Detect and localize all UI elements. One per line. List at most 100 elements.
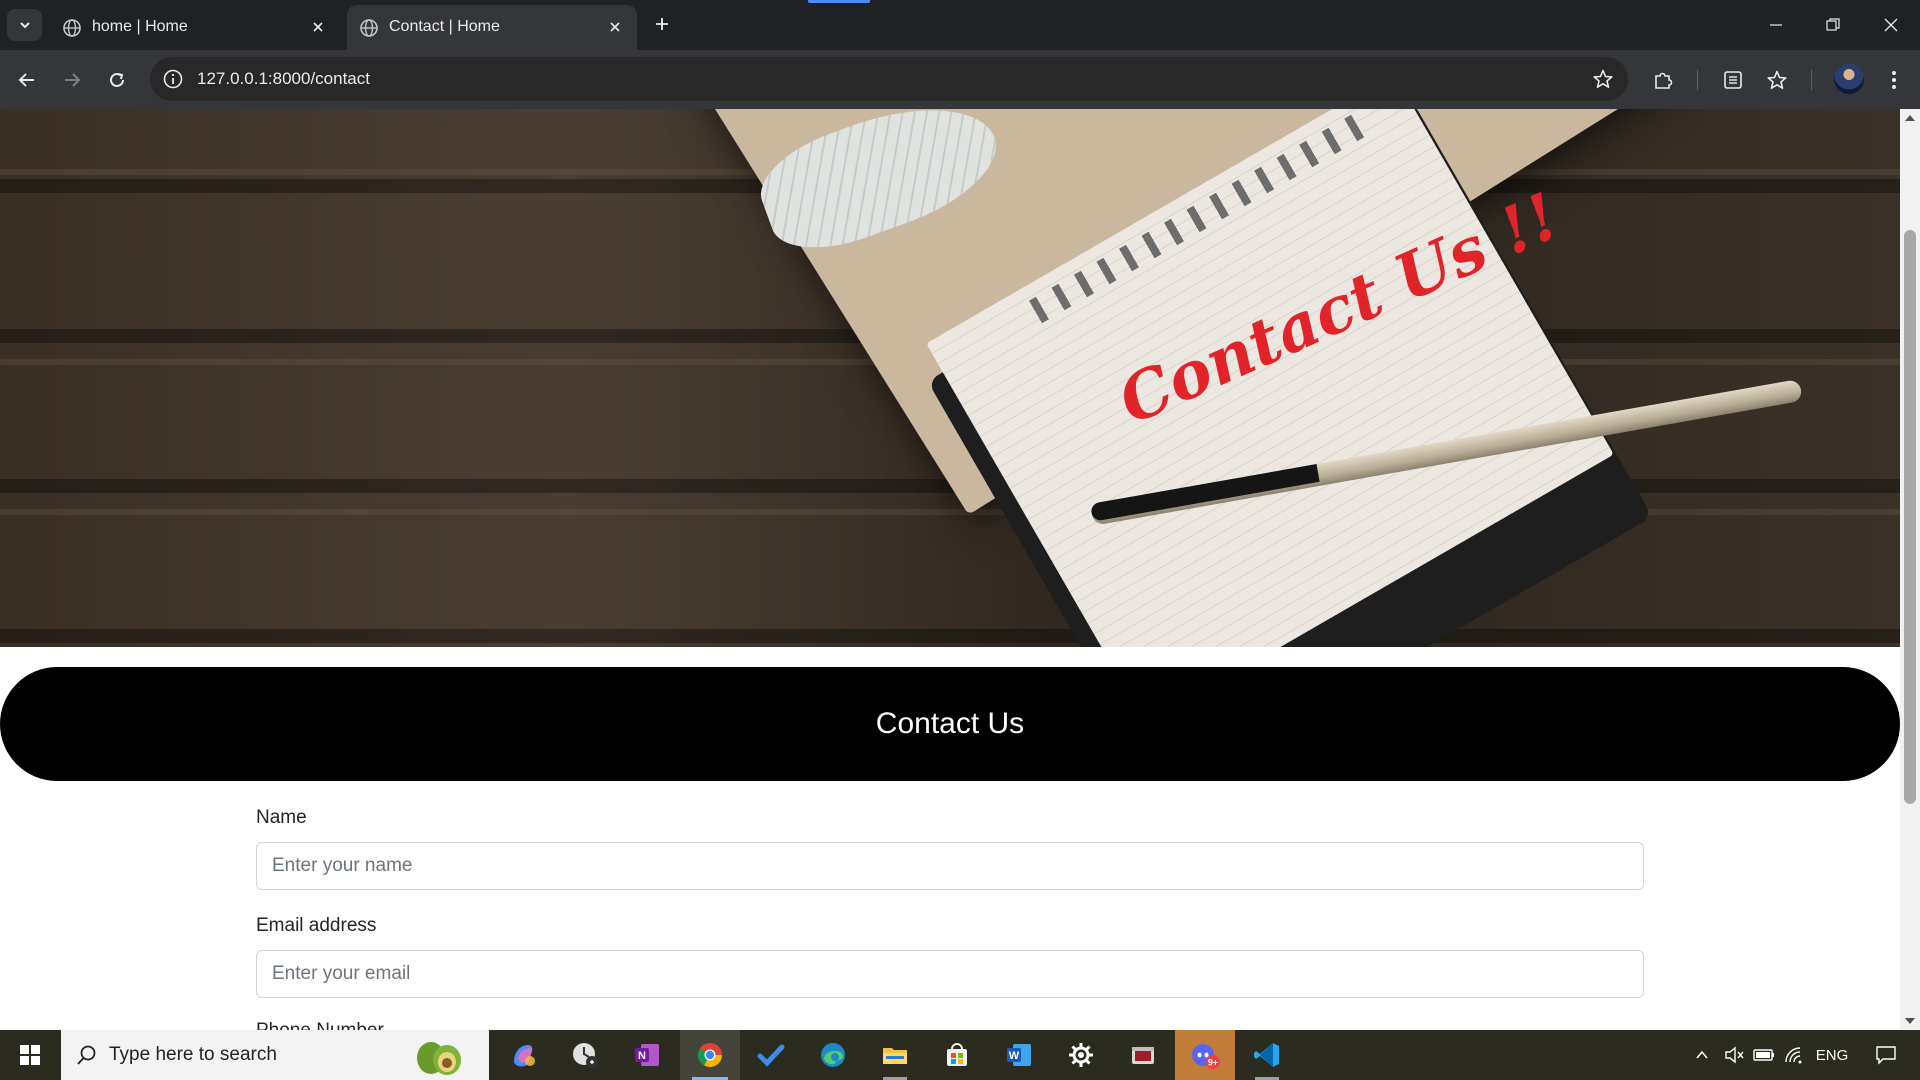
minimize-icon	[1770, 24, 1782, 26]
globe-icon	[63, 19, 81, 37]
star-list-icon	[1767, 70, 1787, 89]
page-viewport: Contact Us !! Contact Us Name Email addr…	[0, 109, 1900, 1030]
start-button[interactable]	[0, 1030, 60, 1080]
arrow-left-icon	[18, 73, 34, 87]
taskbar-file-explorer[interactable]	[865, 1030, 925, 1080]
minimize-button[interactable]	[1758, 10, 1794, 40]
close-tab-icon[interactable]	[308, 17, 328, 37]
url-text[interactable]: 127.0.0.1:8000/contact	[197, 69, 370, 89]
clock-icon	[573, 1043, 598, 1068]
search-placeholder: Type here to search	[109, 1044, 277, 1065]
taskbar-edge[interactable]	[803, 1030, 863, 1080]
loading-indicator	[808, 0, 870, 3]
taskbar-onenote[interactable]: N	[617, 1030, 677, 1080]
extensions-button[interactable]	[1648, 65, 1678, 95]
language-indicator[interactable]: ENG	[1812, 1030, 1852, 1080]
taskbar-clock[interactable]	[555, 1030, 615, 1080]
reload-icon	[110, 72, 124, 87]
name-input[interactable]	[256, 842, 1644, 890]
taskbar-discord[interactable]: 9+	[1175, 1030, 1235, 1080]
vscode-icon	[1254, 1043, 1279, 1067]
notification-icon	[1876, 1046, 1896, 1065]
phone-label: Phone Number	[256, 1020, 384, 1030]
reading-list-button[interactable]	[1718, 65, 1748, 95]
chrome-icon	[698, 1043, 722, 1068]
reading-list-icon	[1724, 71, 1742, 89]
discord-badge: 9+	[1208, 1058, 1218, 1068]
contact-banner: Contact Us	[0, 667, 1900, 781]
puzzle-icon	[1655, 72, 1673, 89]
page-scrollbar[interactable]	[1900, 109, 1920, 1030]
windows-taskbar: Type here to search N W 9+ ENG	[0, 1030, 1920, 1080]
page-title: Contact Us	[875, 707, 1025, 740]
email-input[interactable]	[256, 950, 1644, 998]
toolbar-separator	[1811, 70, 1812, 90]
volume-muted-icon	[1725, 1046, 1744, 1064]
profile-avatar[interactable]	[1834, 64, 1864, 94]
search-icon	[77, 1045, 96, 1065]
bookmarks-button[interactable]	[1762, 65, 1792, 95]
battery-icon	[1753, 1049, 1774, 1061]
name-label: Name	[256, 807, 307, 828]
bookmark-star-icon[interactable]	[1592, 68, 1614, 90]
notifications-button[interactable]	[1866, 1030, 1906, 1080]
taskbar-word[interactable]: W	[989, 1030, 1049, 1080]
forward-button[interactable]	[57, 65, 87, 95]
chevron-up-icon	[1696, 1050, 1708, 1059]
taskbar-todo[interactable]	[741, 1030, 801, 1080]
plus-icon	[656, 18, 668, 30]
scroll-down-arrow[interactable]	[1905, 1018, 1915, 1024]
scrollbar-thumb[interactable]	[1904, 230, 1916, 804]
volume-button[interactable]	[1720, 1030, 1748, 1080]
browser-toolbar: 127.0.0.1:8000/contact	[0, 50, 1920, 109]
new-tab-button[interactable]	[650, 12, 674, 36]
chevron-down-icon	[19, 22, 30, 29]
reload-button[interactable]	[102, 65, 132, 95]
store-icon	[947, 1043, 967, 1066]
scroll-up-arrow[interactable]	[1905, 115, 1915, 121]
battery-button[interactable]	[1750, 1030, 1778, 1080]
taskbar-search[interactable]: Type here to search	[61, 1030, 489, 1080]
arrow-right-icon	[65, 73, 81, 87]
site-info-icon[interactable]	[162, 68, 184, 90]
svg-text:N: N	[638, 1050, 646, 1062]
avocado-icon	[417, 1042, 461, 1075]
close-window-button[interactable]	[1873, 10, 1909, 40]
restore-icon	[1826, 18, 1840, 31]
show-hidden-icons[interactable]	[1688, 1030, 1716, 1080]
tab-search-button[interactable]	[7, 9, 42, 41]
back-button[interactable]	[12, 65, 42, 95]
restore-button[interactable]	[1815, 10, 1851, 40]
taskbar-vscode[interactable]	[1237, 1030, 1297, 1080]
word-icon: W	[1007, 1044, 1031, 1066]
taskbar-copilot[interactable]	[493, 1030, 553, 1080]
tab-strip: home | Home Contact | Home	[0, 0, 1920, 50]
file-explorer-icon	[883, 1048, 907, 1064]
snipping-icon	[1132, 1047, 1154, 1064]
tab-contact[interactable]: Contact | Home	[347, 5, 637, 50]
toolbar-separator	[1697, 70, 1698, 90]
network-button[interactable]	[1780, 1030, 1808, 1080]
copilot-icon	[514, 1045, 535, 1067]
address-bar[interactable]: 127.0.0.1:8000/contact	[150, 57, 1628, 101]
tab-title: home | Home	[92, 18, 188, 35]
svg-text:W: W	[1009, 1050, 1020, 1062]
taskbar-snipping[interactable]	[1113, 1030, 1173, 1080]
onenote-icon: N	[635, 1044, 659, 1066]
settings-icon	[1069, 1043, 1093, 1067]
close-icon	[1884, 18, 1898, 32]
taskbar-chrome[interactable]	[680, 1030, 740, 1080]
close-tab-icon[interactable]	[605, 17, 625, 37]
hero-image: Contact Us !!	[0, 109, 1900, 647]
windows-logo-icon	[20, 1045, 40, 1065]
email-label: Email address	[256, 915, 377, 936]
taskbar-settings[interactable]	[1051, 1030, 1111, 1080]
todo-icon	[757, 1044, 785, 1067]
kebab-menu-icon	[1892, 71, 1896, 89]
menu-button[interactable]	[1879, 65, 1909, 95]
tab-home[interactable]: home | Home	[50, 5, 340, 50]
discord-icon: 9+	[1192, 1044, 1220, 1069]
taskbar-store[interactable]	[927, 1030, 987, 1080]
tab-title: Contact | Home	[389, 18, 500, 35]
globe-icon	[360, 19, 378, 37]
